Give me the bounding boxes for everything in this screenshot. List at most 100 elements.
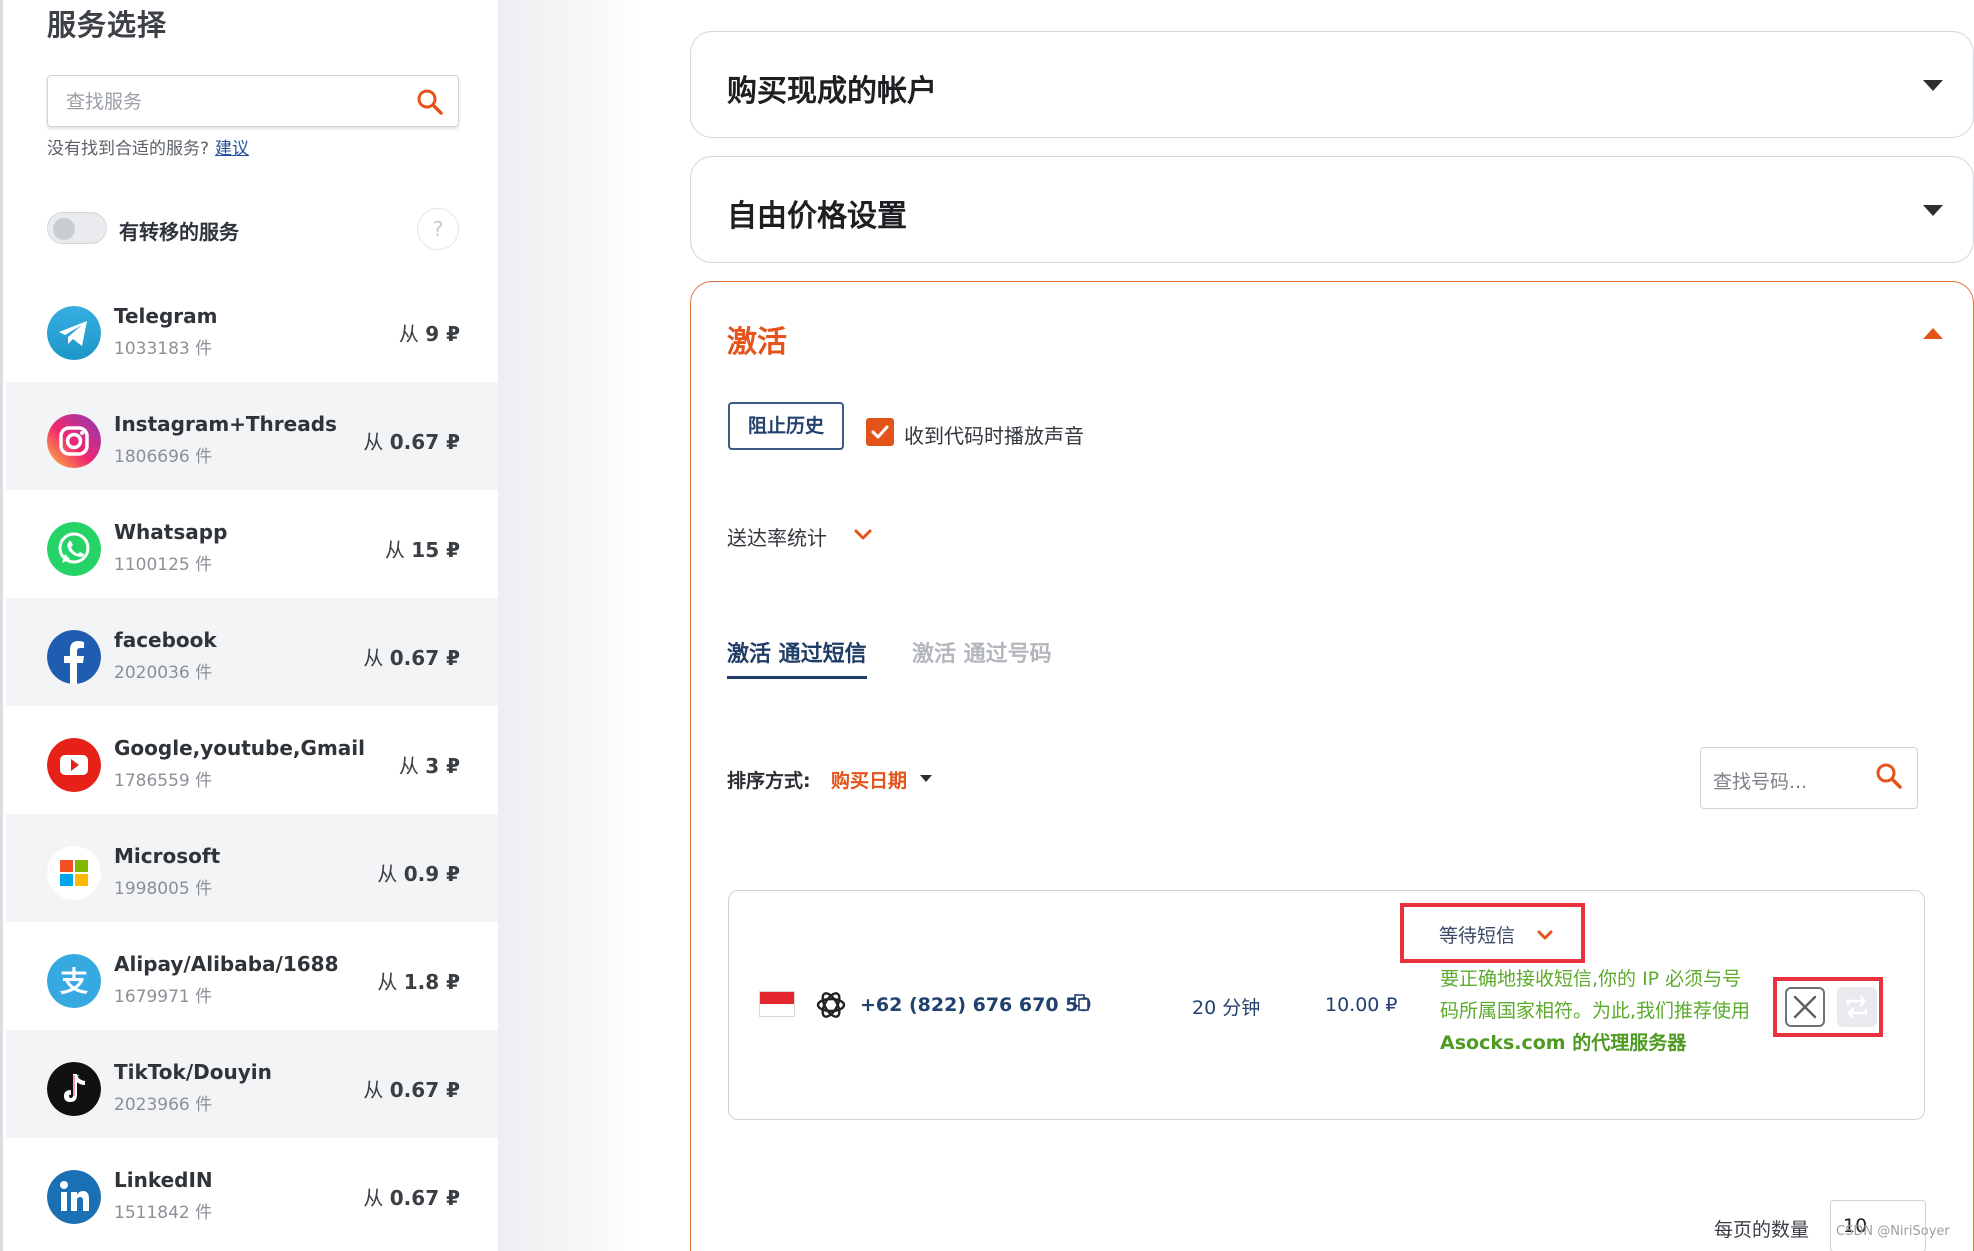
not-found-hint: 没有找到合适的服务? 建议 [47,134,249,159]
service-count: 2020036 件 [114,663,213,683]
activation-price: 10.00 ₽ [1325,994,1398,1016]
caret-down-icon [1923,80,1943,91]
toggle-knob [53,218,75,240]
price-prefix: 从 [377,862,398,886]
accordion-activation: 激活 阻止历史 收到代码时播放声音 送达率统计 激活 通过短信 激活 通过号码 … [690,281,1974,1251]
cancel-activation-button[interactable] [1785,987,1825,1027]
block-history-button[interactable]: 阻止历史 [728,402,844,450]
sort-dropdown[interactable]: 购买日期 [831,766,907,793]
caret-down-icon[interactable] [920,775,932,782]
activation-card: +62 (822) 676 670 59 20 分钟 10.00 ₽ 等待短信 … [728,890,1925,1120]
service-price: 从 9 ₽ [399,318,460,347]
accordion-free-price[interactable]: 自由价格设置 [690,156,1974,263]
price-prefix: 从 [384,538,405,562]
tab-activation-number[interactable]: 激活 通过号码 [912,636,1052,668]
service-name: Instagram+Threads [114,412,337,436]
sound-label: 收到代码时播放声音 [904,424,1084,448]
indonesia-flag-icon [759,991,795,1017]
service-price: 从 0.67 ₽ [363,1074,460,1103]
service-name: TikTok/Douyin [114,1060,272,1084]
repeat-activation-button[interactable] [1837,987,1877,1027]
service-item-telegram[interactable]: Telegram 1033183 件 从 9 ₽ [6,274,501,382]
per-page-label: 每页的数量 [1714,1219,1810,1241]
service-name: facebook [114,628,217,652]
service-count: 1100125 件 [114,555,213,575]
youtube-icon [47,738,101,792]
telegram-icon [47,306,101,360]
svg-text:支: 支 [60,965,88,998]
service-name: Whatsapp [114,520,228,544]
price-value: 9 ₽ [425,322,460,346]
status-highlight[interactable]: 等待短信 [1400,903,1585,963]
tiktok-icon [47,1062,101,1116]
facebook-icon [47,630,101,684]
service-item-facebook[interactable]: facebook 2020036 件 从 0.67 ₽ [6,598,501,706]
note-text: 要正确地接收短信,你的 IP 必须与号码所属国家相符。为此,我们推荐使用 [1440,968,1751,1022]
chevron-down-icon[interactable] [1535,925,1555,945]
close-icon [1793,995,1817,1019]
service-item-tiktok[interactable]: TikTok/Douyin 2023966 件 从 0.67 ₽ [6,1030,501,1138]
price-prefix: 从 [363,430,384,454]
accordion-title: 自由价格设置 [727,199,907,234]
action-highlight [1773,977,1883,1037]
price-value: 1.8 ₽ [403,970,460,994]
service-count: 1511842 件 [114,1203,213,1223]
service-count: 1786559 件 [114,771,213,791]
service-item-linkedin[interactable]: LinkedIN 1511842 件 从 0.67 ₽ [6,1138,501,1246]
number-search-input[interactable] [1713,768,1863,796]
service-name: Telegram [114,304,218,328]
price-prefix: 从 [377,970,398,994]
search-icon[interactable] [1875,762,1903,790]
caret-up-icon[interactable] [1923,328,1943,339]
service-price: 从 3 ₽ [399,750,460,779]
not-found-text: 没有找到合适的服务? [47,139,210,159]
accordion-title: 购买现成的帐户 [727,74,937,109]
service-item-instagram[interactable]: Instagram+Threads 1806696 件 从 0.67 ₽ [6,382,501,490]
watermark: CSDN @NiriSoyer [1836,1224,1950,1239]
suggest-link[interactable]: 建议 [215,139,249,159]
service-item-microsoft[interactable]: Microsoft 1998005 件 从 0.9 ₽ [6,814,501,922]
service-search-box[interactable] [47,75,459,127]
microsoft-icon [47,846,101,900]
service-item-google[interactable]: Google,youtube,Gmail 1786559 件 从 3 ₽ [6,706,501,814]
help-icon[interactable]: ? [417,208,459,250]
transfer-services-toggle[interactable] [47,212,107,244]
copy-icon[interactable] [1074,994,1090,1012]
price-prefix: 从 [398,322,419,346]
service-price: 从 1.8 ₽ [377,966,460,995]
price-value: 3 ₽ [425,754,460,778]
service-price: 从 0.67 ₽ [363,426,460,455]
service-search-input[interactable] [66,88,406,116]
sound-checkbox[interactable] [866,418,894,446]
phone-number: +62 (822) 676 670 59 [860,994,1092,1016]
service-item-alipay[interactable]: 支 Alipay/Alibaba/1688 1679971 件 从 1.8 ₽ [6,922,501,1030]
tab-activation-sms[interactable]: 激活 通过短信 [727,636,867,679]
search-icon[interactable] [416,88,444,116]
price-value: 0.67 ₽ [389,1078,460,1102]
accordion-buy-accounts[interactable]: 购买现成的帐户 [690,31,1974,138]
service-count: 1033183 件 [114,339,213,359]
service-item-whatsapp[interactable]: Whatsapp 1100125 件 从 15 ₽ [6,490,501,598]
price-value: 0.67 ₽ [389,646,460,670]
service-name: Microsoft [114,844,221,868]
refresh-icon [1846,995,1868,1019]
ip-proxy-note: 要正确地接收短信,你的 IP 必须与号码所属国家相符。为此,我们推荐使用 Asoc… [1440,963,1760,1059]
service-name: Google,youtube,Gmail [114,736,365,760]
service-price: 从 0.67 ₽ [363,642,460,671]
chevron-down-icon[interactable] [851,523,875,547]
accordion-title[interactable]: 激活 [727,317,787,361]
service-name: Alipay/Alibaba/1688 [114,952,339,976]
service-price: 从 0.9 ₽ [377,858,460,887]
delivery-stats-toggle[interactable]: 送达率统计 [727,522,827,551]
service-sidebar: 服务选择 没有找到合适的服务?建议 有转移的服务 ? Telegram 1033… [0,0,501,1251]
proxy-link[interactable]: Asocks.com 的代理服务器 [1440,1032,1686,1054]
linkedin-icon [47,1170,101,1224]
number-search-box[interactable] [1700,747,1918,809]
transfer-services-label: 有转移的服务 [119,220,239,244]
price-prefix: 从 [363,646,384,670]
whatsapp-icon [47,522,101,576]
price-prefix: 从 [363,1078,384,1102]
status-text: 等待短信 [1439,925,1516,947]
instagram-icon [47,414,101,468]
sort-label: 排序方式: [727,770,811,792]
